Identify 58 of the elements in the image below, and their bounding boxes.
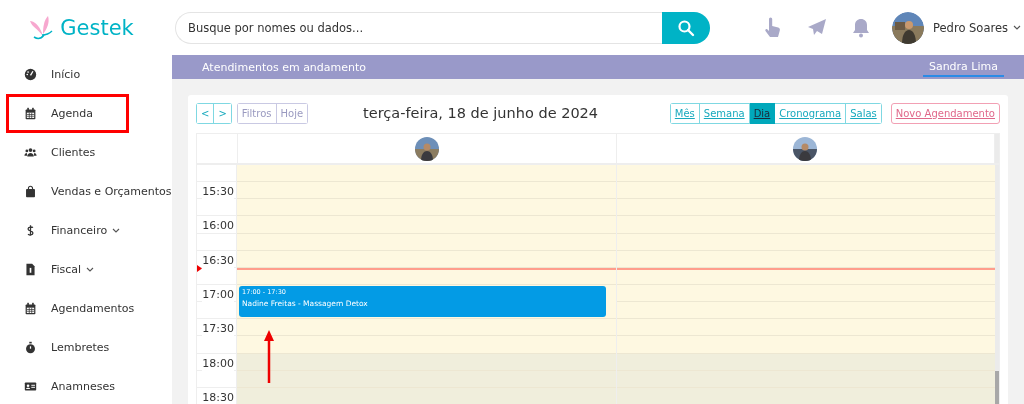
idcard-icon	[24, 380, 37, 393]
sidebar-item[interactable]: Financeiro	[6, 211, 129, 250]
view-tab[interactable]: Mês	[669, 102, 700, 124]
date-title: terça-feira, 18 de junho de 2024	[363, 105, 600, 121]
time-slot[interactable]	[237, 199, 616, 217]
bag-icon	[24, 185, 37, 198]
time-slot[interactable]	[237, 182, 616, 200]
time-slot[interactable]	[616, 216, 995, 234]
time-slot[interactable]	[616, 319, 995, 337]
view-tab[interactable]: Salas	[846, 102, 882, 124]
time-slot[interactable]	[237, 319, 616, 337]
search-icon	[677, 18, 695, 37]
bell-icon[interactable]	[852, 17, 870, 38]
sidebar-item[interactable]: Vendas e Orçamentos	[6, 172, 179, 211]
time-slot[interactable]	[616, 336, 995, 354]
sidebar-item[interactable]: Lembretes	[6, 328, 129, 367]
sidebar-item[interactable]: Anamneses	[6, 367, 129, 404]
file-icon	[24, 263, 37, 276]
calendar-icon	[24, 302, 37, 315]
sidebar-item[interactable]: Fiscal	[6, 250, 129, 289]
calendar-icon	[24, 107, 37, 120]
chevron-icon	[86, 267, 95, 272]
time-slot[interactable]	[237, 336, 616, 354]
sidebar-item[interactable]: Início	[6, 55, 129, 94]
logo-text: Gestek	[60, 15, 134, 40]
time-label: 15:30	[202, 184, 234, 200]
user-menu[interactable]: Pedro Soares	[933, 20, 1021, 35]
users-icon	[24, 146, 37, 159]
view-tab[interactable]: Dia	[749, 102, 776, 124]
toolbar-button[interactable]: Filtros	[236, 102, 277, 124]
toolbar-button[interactable]: Hoje	[276, 102, 309, 124]
time-slot[interactable]	[237, 216, 616, 234]
annotation-arrow	[263, 329, 275, 383]
chevron-icon	[1013, 25, 1021, 30]
time-slot[interactable]	[616, 199, 995, 217]
view-tab[interactable]: Cronograma	[775, 102, 847, 124]
search-field[interactable]: Busque por nomes ou dados...	[175, 11, 662, 44]
attendant-tab[interactable]: Sandra Lima	[922, 57, 1004, 77]
gauge-icon	[24, 68, 37, 81]
time-slot[interactable]	[616, 165, 995, 183]
bar-title: Atendimentos em andamento	[202, 60, 367, 74]
pointing-hand-icon[interactable]	[762, 16, 782, 39]
time-slot[interactable]	[616, 182, 995, 200]
time-label: 17:30	[202, 321, 234, 337]
time-slot[interactable]	[237, 165, 616, 183]
previous-button[interactable]: <	[196, 102, 215, 124]
chevron-icon	[112, 228, 121, 233]
time-slot[interactable]	[616, 302, 995, 320]
next-button[interactable]: >	[214, 102, 232, 124]
view-tab[interactable]: Semana	[699, 102, 750, 124]
new-appointment-button[interactable]: Novo Agendamento	[890, 102, 1000, 124]
current-time-marker-icon	[197, 264, 202, 272]
search-button[interactable]	[662, 11, 710, 44]
time-label: 17:00	[202, 287, 234, 302]
sidebar-item[interactable]: Clientes	[6, 133, 129, 172]
sidebar-item[interactable]: Agenda	[6, 94, 129, 133]
stopwatch-icon	[24, 341, 37, 354]
sidebar-item[interactable]: Agendamentos	[6, 289, 142, 328]
